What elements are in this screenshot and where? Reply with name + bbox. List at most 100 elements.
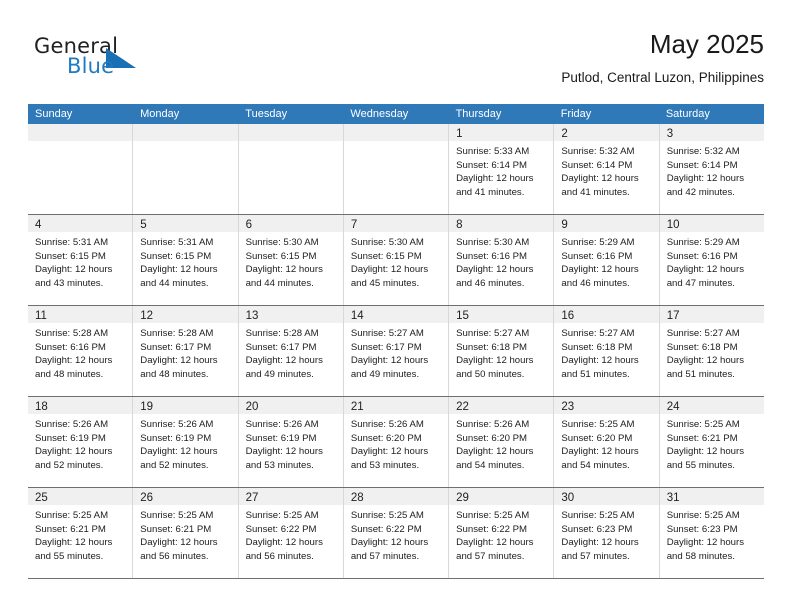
day-number: 25: [35, 492, 48, 504]
daylight-text-line1: Daylight: 12 hours: [35, 537, 113, 549]
day-number: 10: [666, 219, 680, 231]
sunrise-text: Sunrise: 5:28 AM: [245, 328, 319, 339]
calendar-day-cell[interactable]: 4 Sunrise: 5:31 AM Sunset: 6:15 PM Daylight…: [28, 215, 134, 305]
daylight-text-line1: Daylight: 12 hours: [350, 537, 429, 549]
day-details: Sunrise: 5:32 AM Sunset: 6:14 PM Daylight:…: [554, 141, 658, 199]
calendar-day-cell[interactable]: 23 Sunrise: 5:25 AM Sunset: 6:20 PM Dayligh…: [554, 397, 660, 487]
calendar-week-row: 1 Sunrise: 5:33 AM Sunset: 6:14 PM Daylight…: [28, 124, 764, 215]
day-number: 31: [666, 492, 680, 504]
day-number-strip: 10: [659, 215, 764, 232]
sunset-text: Sunset: 6:23 PM: [666, 523, 738, 535]
sunset-text: Sunset: 6:14 PM: [666, 159, 738, 171]
day-number-strip: 27: [238, 488, 343, 505]
calendar-day-cell[interactable]: 5 Sunrise: 5:31 AM Sunset: 6:15 PM Daylight…: [133, 215, 239, 305]
day-number-strip: 1: [449, 124, 554, 141]
daylight-text-line1: Daylight: 12 hours: [140, 264, 218, 276]
daylight-text-line1: Daylight: 12 hours: [456, 264, 534, 276]
day-number-strip: 19: [133, 397, 238, 414]
sunset-text: Sunset: 6:20 PM: [561, 432, 633, 444]
sunset-text: Sunset: 6:17 PM: [140, 341, 212, 353]
sunset-text: Sunset: 6:15 PM: [245, 250, 317, 262]
sunset-text: Sunset: 6:19 PM: [140, 432, 212, 444]
sunset-text: Sunset: 6:21 PM: [140, 523, 212, 535]
calendar-day-cell[interactable]: 21 Sunrise: 5:26 AM Sunset: 6:20 PM Dayligh…: [343, 397, 450, 487]
sunset-text: Sunset: 6:19 PM: [245, 432, 317, 444]
calendar-day-cell[interactable]: 29 Sunrise: 5:25 AM Sunset: 6:22 PM Dayligh…: [449, 488, 555, 578]
day-number: 5: [140, 219, 147, 231]
calendar-day-cell[interactable]: 19 Sunrise: 5:26 AM Sunset: 6:19 PM Dayligh…: [133, 397, 239, 487]
sunset-text: Sunset: 6:16 PM: [35, 341, 106, 353]
day-number: 12: [140, 310, 154, 322]
calendar-day-cell[interactable]: 1 Sunrise: 5:33 AM Sunset: 6:14 PM Daylight…: [449, 124, 555, 214]
day-number-strip: [133, 124, 238, 141]
calendar-day-cell[interactable]: 10 Sunrise: 5:29 AM Sunset: 6:16 PM Dayligh…: [659, 215, 764, 305]
day-details: Sunrise: 5:27 AM Sunset: 6:17 PM Daylight:…: [344, 323, 448, 381]
calendar-day-cell[interactable]: 7 Sunrise: 5:30 AM Sunset: 6:15 PM Daylight…: [343, 215, 450, 305]
calendar-day-cell[interactable]: 30 Sunrise: 5:25 AM Sunset: 6:23 PM Dayligh…: [554, 488, 660, 578]
calendar-day-cell[interactable]: 25 Sunrise: 5:25 AM Sunset: 6:21 PM Dayligh…: [28, 488, 134, 578]
day-number-strip: 26: [133, 488, 238, 505]
calendar-day-cell[interactable]: 13 Sunrise: 5:28 AM Sunset: 6:17 PM Dayligh…: [238, 306, 344, 396]
sunrise-text: Sunrise: 5:33 AM: [456, 146, 530, 157]
calendar-day-cell[interactable]: 8 Sunrise: 5:30 AM Sunset: 6:16 PM Daylight…: [449, 215, 555, 305]
day-number: 15: [456, 310, 469, 322]
sunset-text: Sunset: 6:18 PM: [561, 341, 633, 353]
sunset-text: Sunset: 6:19 PM: [35, 432, 106, 444]
calendar-day-cell[interactable]: 15 Sunrise: 5:27 AM Sunset: 6:18 PM Dayligh…: [449, 306, 555, 396]
day-number: 3: [666, 128, 674, 140]
calendar-day-cell[interactable]: 14 Sunrise: 5:27 AM Sunset: 6:17 PM Dayligh…: [343, 306, 450, 396]
general-blue-logo[interactable]: General Blue: [34, 34, 174, 84]
calendar-day-cell[interactable]: 27 Sunrise: 5:25 AM Sunset: 6:22 PM Dayligh…: [238, 488, 344, 578]
sunset-text: Sunset: 6:21 PM: [666, 432, 738, 444]
calendar-day-cell[interactable]: 17 Sunrise: 5:27 AM Sunset: 6:18 PM Dayligh…: [659, 306, 764, 396]
daylight-text-line1: Daylight: 12 hours: [456, 173, 534, 185]
daylight-text-line1: Daylight: 12 hours: [666, 446, 745, 458]
daylight-text-line1: Daylight: 12 hours: [561, 355, 639, 367]
sunrise-text: Sunrise: 5:30 AM: [245, 237, 319, 248]
calendar-day-cell[interactable]: 16 Sunrise: 5:27 AM Sunset: 6:18 PM Dayligh…: [554, 306, 660, 396]
day-number: 8: [456, 219, 463, 231]
calendar-day-cell[interactable]: 6 Sunrise: 5:30 AM Sunset: 6:15 PM Daylight…: [238, 215, 344, 305]
daylight-text-line1: Daylight: 12 hours: [456, 537, 534, 549]
daylight-text-line2: and 56 minutes.: [245, 550, 314, 562]
sunrise-text: Sunrise: 5:27 AM: [666, 328, 740, 339]
daylight-text-line1: Daylight: 12 hours: [350, 355, 429, 367]
daylight-text-line2: and 44 minutes.: [140, 277, 209, 289]
calendar-day-cell[interactable]: 26 Sunrise: 5:25 AM Sunset: 6:21 PM Dayligh…: [133, 488, 239, 578]
sunrise-text: Sunrise: 5:25 AM: [561, 419, 635, 430]
sunrise-text: Sunrise: 5:31 AM: [140, 237, 214, 248]
day-number-strip: [343, 124, 449, 141]
calendar-day-cell[interactable]: 22 Sunrise: 5:26 AM Sunset: 6:20 PM Dayligh…: [449, 397, 555, 487]
daylight-text-line1: Daylight: 12 hours: [35, 264, 113, 276]
calendar-day-cell[interactable]: 20 Sunrise: 5:26 AM Sunset: 6:19 PM Dayligh…: [238, 397, 344, 487]
daylight-text-line2: and 54 minutes.: [561, 459, 630, 471]
day-details: Sunrise: 5:27 AM Sunset: 6:18 PM Daylight:…: [554, 323, 658, 381]
day-number-strip: 2: [554, 124, 659, 141]
day-number-strip: 16: [554, 306, 659, 323]
day-number-strip: 20: [238, 397, 343, 414]
calendar-day-cell[interactable]: 18 Sunrise: 5:26 AM Sunset: 6:19 PM Dayligh…: [28, 397, 134, 487]
title-block: May 2025 Putlod, Central Luzon, Philippi…: [561, 28, 764, 88]
calendar-week-row: 11 Sunrise: 5:28 AM Sunset: 6:16 PM Dayligh…: [28, 306, 764, 397]
weekday-header-row: Sunday Monday Tuesday Wednesday Thursday…: [28, 104, 764, 124]
sunrise-text: Sunrise: 5:32 AM: [561, 146, 635, 157]
sunrise-text: Sunrise: 5:26 AM: [456, 419, 530, 430]
calendar-day-cell[interactable]: 9 Sunrise: 5:29 AM Sunset: 6:16 PM Daylight…: [554, 215, 660, 305]
daylight-text-line1: Daylight: 12 hours: [666, 537, 745, 549]
day-number-strip: 22: [449, 397, 554, 414]
sunrise-text: Sunrise: 5:27 AM: [456, 328, 530, 339]
day-number-strip: [28, 124, 133, 141]
day-number-strip: 15: [449, 306, 554, 323]
calendar-day-cell[interactable]: 31 Sunrise: 5:25 AM Sunset: 6:23 PM Dayligh…: [659, 488, 764, 578]
calendar-day-cell[interactable]: 28 Sunrise: 5:25 AM Sunset: 6:22 PM Dayligh…: [343, 488, 450, 578]
calendar-day-cell[interactable]: 2 Sunrise: 5:32 AM Sunset: 6:14 PM Daylight…: [554, 124, 660, 214]
day-number-strip: 4: [28, 215, 133, 232]
calendar-day-cell[interactable]: 11 Sunrise: 5:28 AM Sunset: 6:16 PM Dayligh…: [28, 306, 134, 396]
day-details: Sunrise: 5:29 AM Sunset: 6:16 PM Daylight:…: [554, 232, 658, 290]
calendar-day-cell[interactable]: 24 Sunrise: 5:25 AM Sunset: 6:21 PM Dayligh…: [659, 397, 764, 487]
calendar-day-cell[interactable]: 3 Sunrise: 5:32 AM Sunset: 6:14 PM Daylight…: [659, 124, 764, 214]
daylight-text-line1: Daylight: 12 hours: [561, 264, 639, 276]
sunset-text: Sunset: 6:17 PM: [245, 341, 317, 353]
calendar-day-cell[interactable]: 12 Sunrise: 5:28 AM Sunset: 6:17 PM Dayligh…: [133, 306, 239, 396]
calendar-grid: Sunday Monday Tuesday Wednesday Thursday…: [28, 104, 764, 579]
